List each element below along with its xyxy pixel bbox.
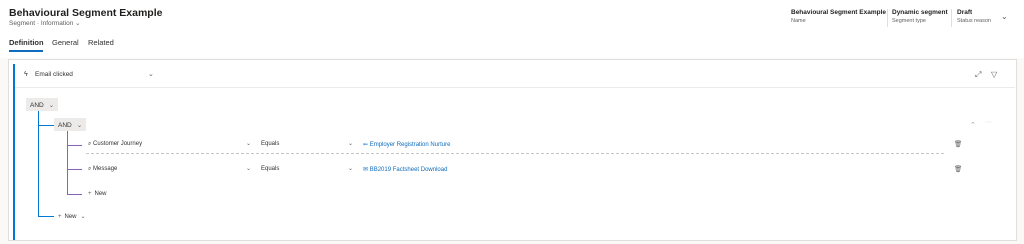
search-icon: ⌕ (88, 166, 92, 172)
entity-name: Segment (9, 20, 36, 27)
inner-and-operator-button[interactable]: AND ⌄ (54, 118, 87, 131)
chevron-down-icon: ⌄ (80, 214, 86, 220)
card-accent-bar (13, 64, 15, 240)
plus-icon: + (88, 191, 92, 197)
header-field-name-label: Name (791, 18, 806, 24)
tab-definition[interactable]: Definition (9, 38, 44, 47)
condition-row-2-value[interactable]: ✉ BB2019 Factsheet Download (363, 166, 447, 173)
condition-entity: Customer Journey (93, 141, 143, 147)
inner-group-connector (67, 194, 82, 195)
search-icon: ⌕ (88, 141, 92, 147)
collapse-group-icon[interactable]: ⌃ (970, 121, 976, 129)
condition-row-1-operator[interactable]: Equals (261, 141, 279, 147)
header-field-status-reason: Draft Status reason (957, 9, 991, 24)
condition-row-1-value[interactable]: ⇚ Employer Registration Nurture (363, 141, 450, 148)
chevron-down-icon[interactable]: ⌄ (348, 165, 353, 172)
inner-new-button[interactable]: + New (88, 191, 107, 197)
outer-operator-label: AND (30, 102, 44, 109)
delete-icon[interactable]: 🗑 (954, 165, 962, 173)
delete-icon[interactable]: 🗑 (954, 140, 962, 148)
header-divider (951, 9, 952, 27)
condition-row-2-entity-field[interactable]: ⌕ Message (88, 166, 117, 173)
outer-group-connector (38, 125, 54, 126)
condition-value-link[interactable]: Employer Registration Nurture (370, 142, 451, 148)
tab-related[interactable]: Related (88, 38, 114, 47)
outer-new-button[interactable]: + New ⌄ (58, 213, 86, 220)
active-tab-indicator (9, 50, 43, 52)
expand-icon[interactable]: ⤢ (975, 70, 981, 80)
breadcrumb-separator: · (36, 20, 40, 27)
form-name: Information (40, 20, 74, 27)
record-header: Behavioural Segment Example Segment · In… (0, 0, 1024, 58)
plus-icon: + (58, 214, 62, 220)
new-label: New (94, 191, 107, 197)
header-field-segment-type-label: Segment type (892, 18, 926, 24)
header-divider (887, 9, 888, 27)
inner-group-connector (67, 169, 82, 170)
header-field-status-reason-value: Draft (957, 9, 973, 16)
form-selector[interactable]: Information ⌄ (41, 20, 81, 27)
header-field-name-value: Behavioural Segment Example (791, 9, 887, 16)
chevron-down-icon[interactable]: ⌄ (246, 140, 251, 147)
inner-operator-label: AND (58, 122, 72, 129)
email-icon: ✉ (363, 167, 369, 173)
condition-row-2-operator[interactable]: Equals (261, 166, 279, 172)
outer-group-connector (38, 216, 54, 217)
chevron-down-icon: ⌄ (76, 122, 83, 129)
trigger-bar (15, 64, 1015, 88)
chevron-down-icon[interactable]: ⌄ (148, 70, 154, 78)
condition-value-link[interactable]: BB2019 Factsheet Download (370, 167, 448, 173)
trigger-select[interactable]: Email clicked (35, 71, 73, 78)
chevron-down-icon: ⌄ (48, 102, 55, 109)
more-options-icon[interactable]: ··· (985, 119, 992, 126)
page-title: Behavioural Segment Example (9, 7, 163, 19)
inner-group-connector (67, 145, 82, 146)
header-field-name: Behavioural Segment Example Name (791, 9, 886, 24)
breadcrumb: Segment · Information ⌄ (9, 19, 81, 27)
outer-and-operator-button[interactable]: AND ⌄ (26, 98, 59, 111)
header-expand-chevron-icon[interactable]: ⌄ (1001, 12, 1008, 21)
header-field-segment-type: Dynamic segment Segment type (892, 9, 948, 24)
row-divider (86, 153, 944, 154)
customer-journey-icon: ⇚ (363, 142, 369, 148)
lightning-icon: ϟ (24, 71, 28, 78)
tab-general[interactable]: General (52, 38, 79, 47)
chevron-down-icon[interactable]: ⌄ (246, 165, 251, 172)
chevron-down-icon[interactable]: ⌄ (348, 140, 353, 147)
condition-entity: Message (93, 166, 118, 172)
header-field-segment-type-value: Dynamic segment (892, 9, 948, 16)
outer-group-line (38, 111, 39, 217)
header-field-status-reason-label: Status reason (957, 18, 991, 24)
inner-group-line (67, 131, 68, 194)
filter-icon[interactable]: ▽ (991, 70, 997, 79)
condition-row-1-entity-field[interactable]: ⌕ Customer Journey (88, 141, 142, 148)
chevron-down-icon: ⌄ (75, 20, 81, 27)
new-label: New (64, 214, 77, 220)
